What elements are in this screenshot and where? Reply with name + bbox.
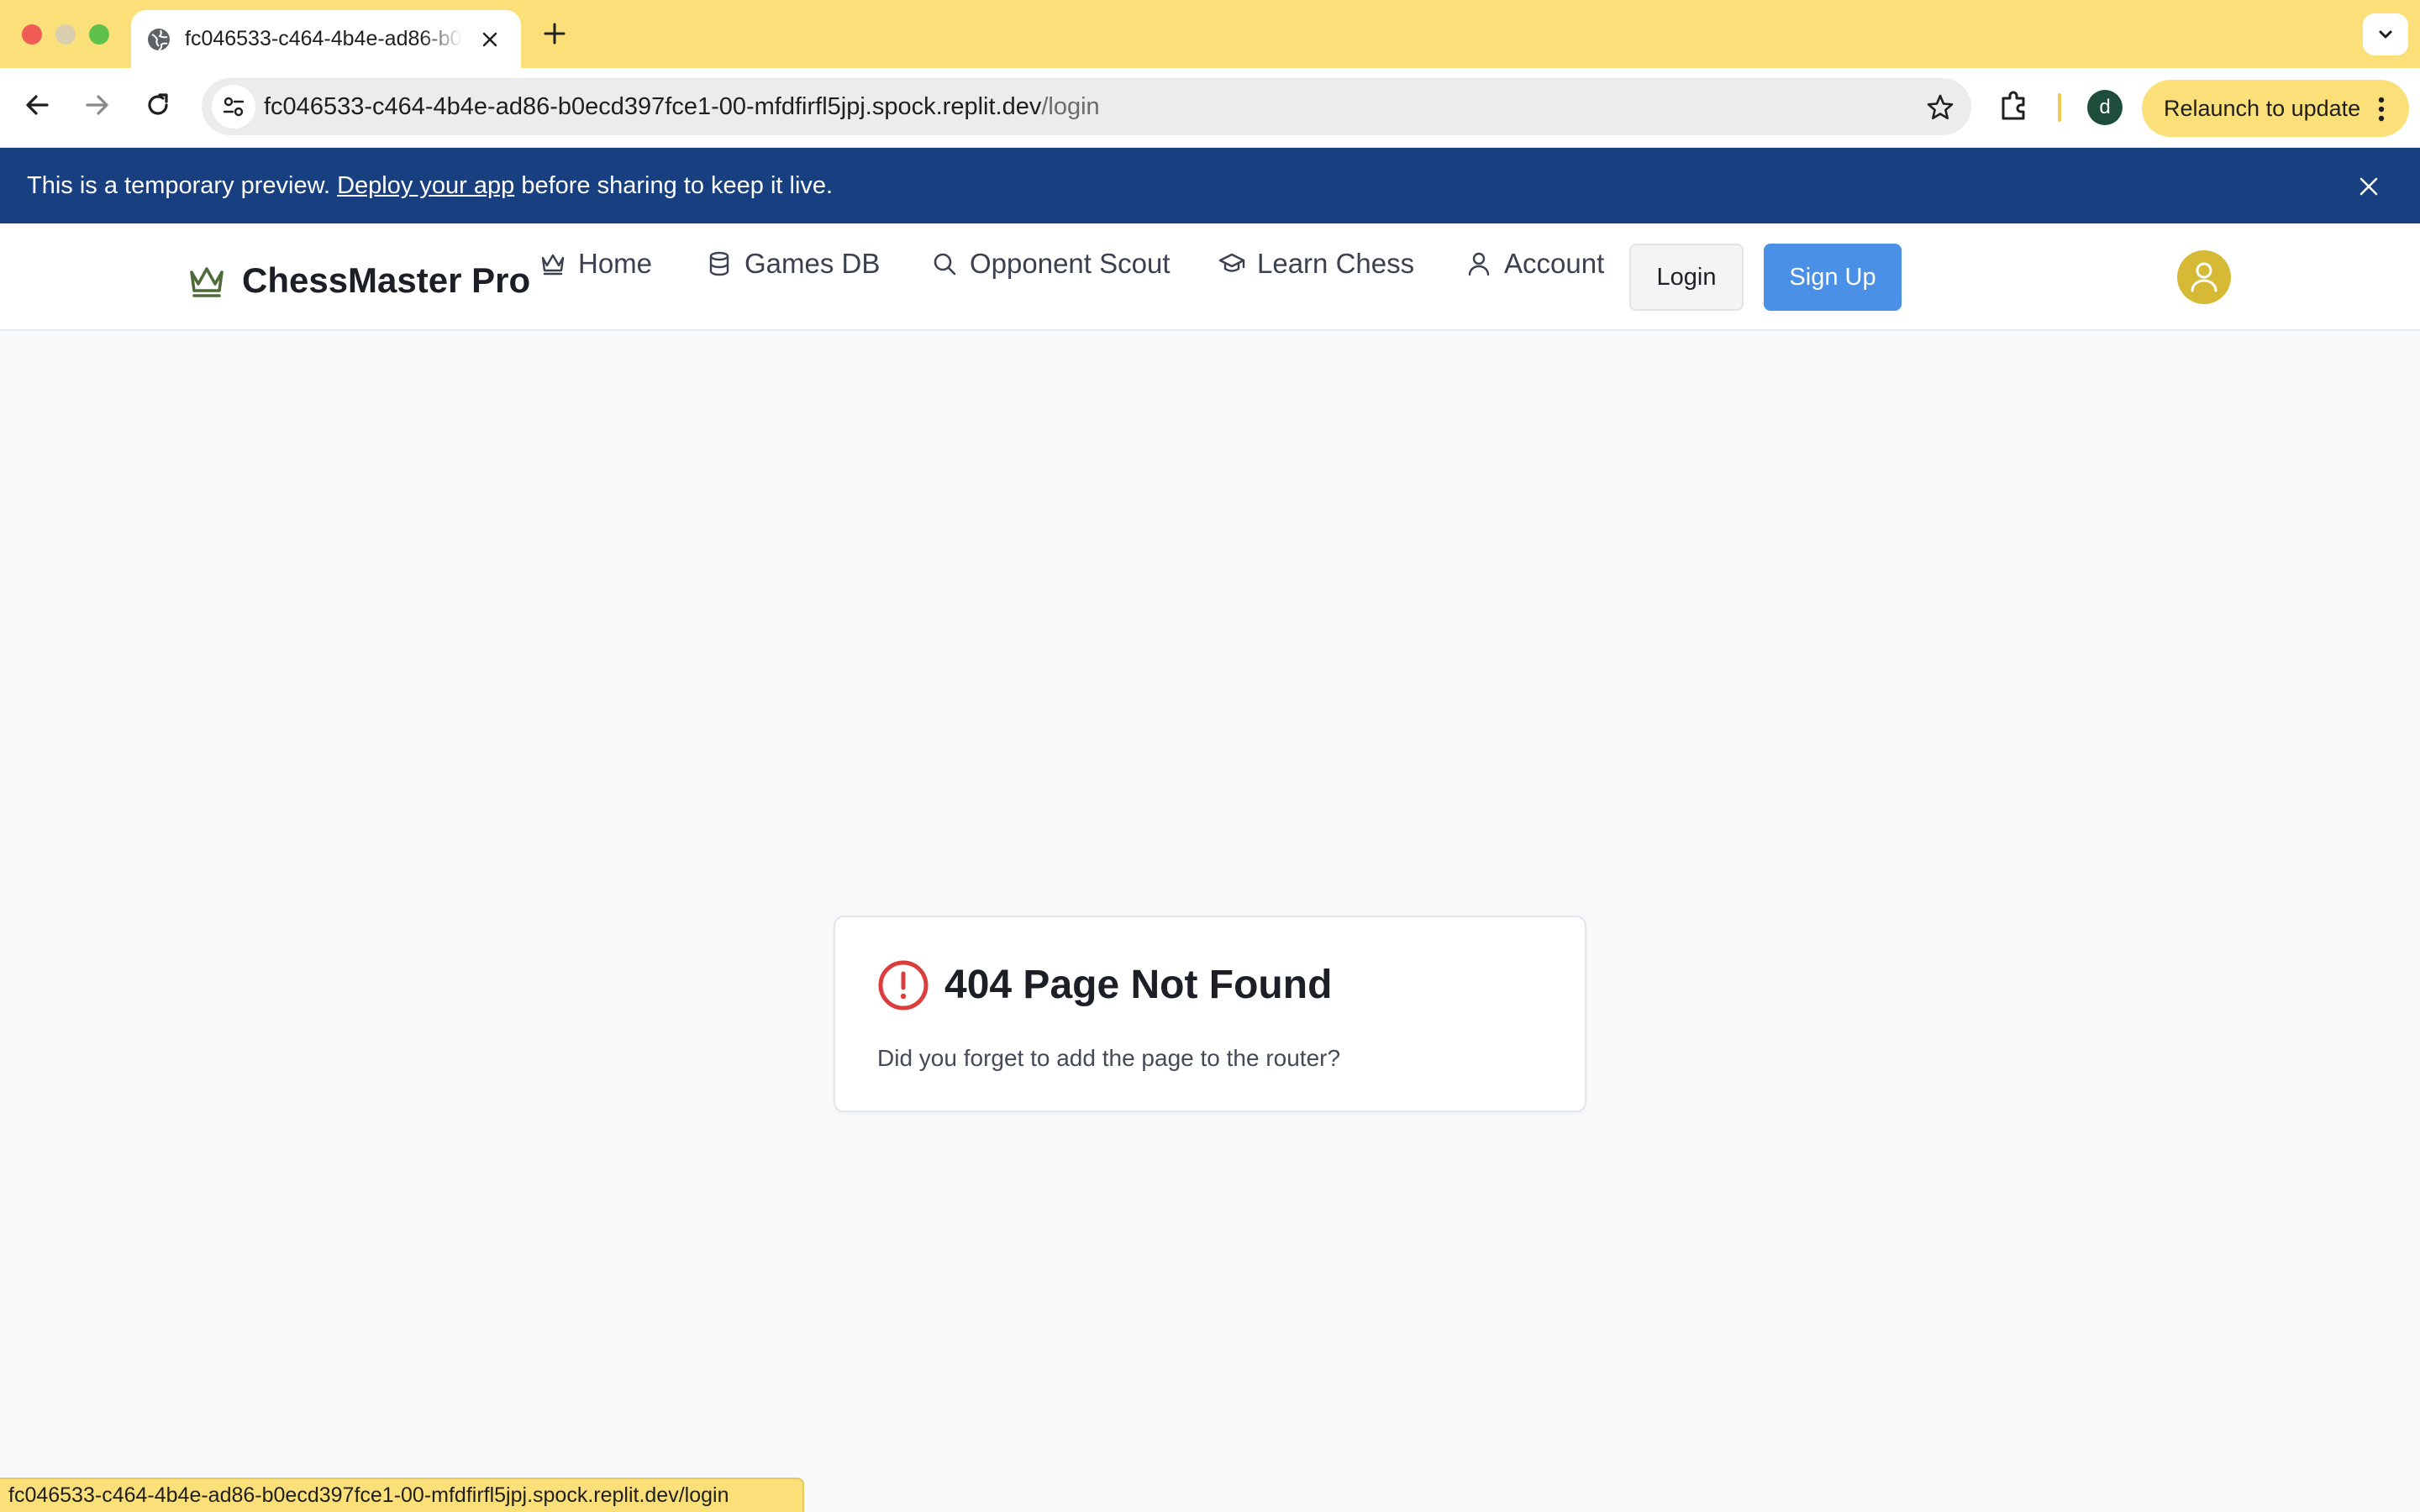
address-bar[interactable]: fc046533-c464-4b4e-ad86-b0ecd397fce1-00-… [202,78,1971,135]
crown-icon [190,267,224,297]
tab-search-button[interactable] [2363,13,2408,55]
crown-icon [541,254,565,276]
brand-name: ChessMaster Pro [242,260,531,300]
url-text: fc046533-c464-4b4e-ad86-b0ecd397fce1-00-… [264,90,1100,123]
reload-icon[interactable] [141,88,175,122]
nav-games-db-label: Games DB [744,248,881,279]
more-vert-icon[interactable] [2375,95,2387,123]
banner-text-before: This is a temporary preview. [27,172,338,199]
chevron-down-icon [2379,30,2392,39]
search-icon [934,253,956,276]
relaunch-label: Relaunch to update [2164,96,2361,121]
nav-account-label: Account [1504,248,1605,279]
nav-games-db[interactable]: Games DB [706,244,891,284]
nav-opponent-scout[interactable]: Opponent Scout [931,244,1175,284]
user-icon [1468,252,1490,276]
nav-home[interactable]: Home [539,244,666,284]
globe-icon [148,29,170,51]
error-message: Did you forget to add the page to the ro… [877,1045,1341,1071]
sign-up-button[interactable]: Sign Up [1764,244,1902,311]
error-title: 404 Page Not Found [944,963,1333,1007]
tab-close-icon[interactable] [479,29,501,50]
browser-tab-strip: fc046533-c464-4b4e-ad86-b0ecd397fce1-00-… [0,0,2420,69]
not-found-card: 404 Page Not Found Did you forget to add… [834,916,1586,1112]
maximize-window-button[interactable] [89,24,109,45]
minimize-window-button[interactable] [55,24,76,45]
database-icon [709,251,729,276]
close-icon[interactable] [2357,175,2381,198]
profile-avatar[interactable]: d [2087,90,2123,125]
close-window-button[interactable] [22,24,42,45]
app-header: ChessMaster Pro Home Games DB Opponent S… [0,223,2420,331]
relaunch-to-update-button[interactable]: Relaunch to update [2142,80,2409,137]
browser-toolbar: fc046533-c464-4b4e-ad86-b0ecd397fce1-00-… [0,68,2420,148]
user-avatar[interactable] [2177,250,2231,304]
nav-learn-chess[interactable]: Learn Chess [1218,244,1420,284]
banner-message: This is a temporary preview. Deploy your… [27,168,833,203]
nav-learn-chess-label: Learn Chess [1257,248,1415,279]
back-arrow-icon[interactable] [20,88,54,122]
nav-opponent-scout-label: Opponent Scout [970,248,1171,279]
nav-account[interactable]: Account [1465,244,1608,284]
url-host: fc046533-c464-4b4e-ad86-b0ecd397fce1-00-… [264,93,1042,120]
site-info-button[interactable] [212,85,255,129]
user-icon [2191,262,2217,292]
toolbar-divider [2058,93,2061,122]
tune-icon [223,97,245,117]
preview-banner: This is a temporary preview. Deploy your… [0,148,2420,223]
nav-home-label: Home [578,248,653,279]
new-tab-icon[interactable] [539,18,570,49]
alert-circle-icon [878,960,929,1011]
bookmark-star-icon[interactable] [1926,93,1954,122]
tab-title: fc046533-c464-4b4e-ad86-b0ecd397fce1-00-… [185,27,462,50]
deploy-app-link[interactable]: Deploy your app [337,172,514,199]
status-bar-url: fc046533-c464-4b4e-ad86-b0ecd397fce1-00-… [0,1478,804,1512]
login-button[interactable]: Login [1629,244,1744,311]
graduation-cap-icon [1218,253,1245,272]
forward-arrow-icon[interactable] [81,88,114,122]
banner-text-after: before sharing to keep it live. [514,172,834,199]
browser-tab[interactable]: fc046533-c464-4b4e-ad86-b0ecd397fce1-00-… [131,10,521,69]
extensions-puzzle-icon[interactable] [1996,88,2032,123]
url-path: /login [1041,93,1100,120]
